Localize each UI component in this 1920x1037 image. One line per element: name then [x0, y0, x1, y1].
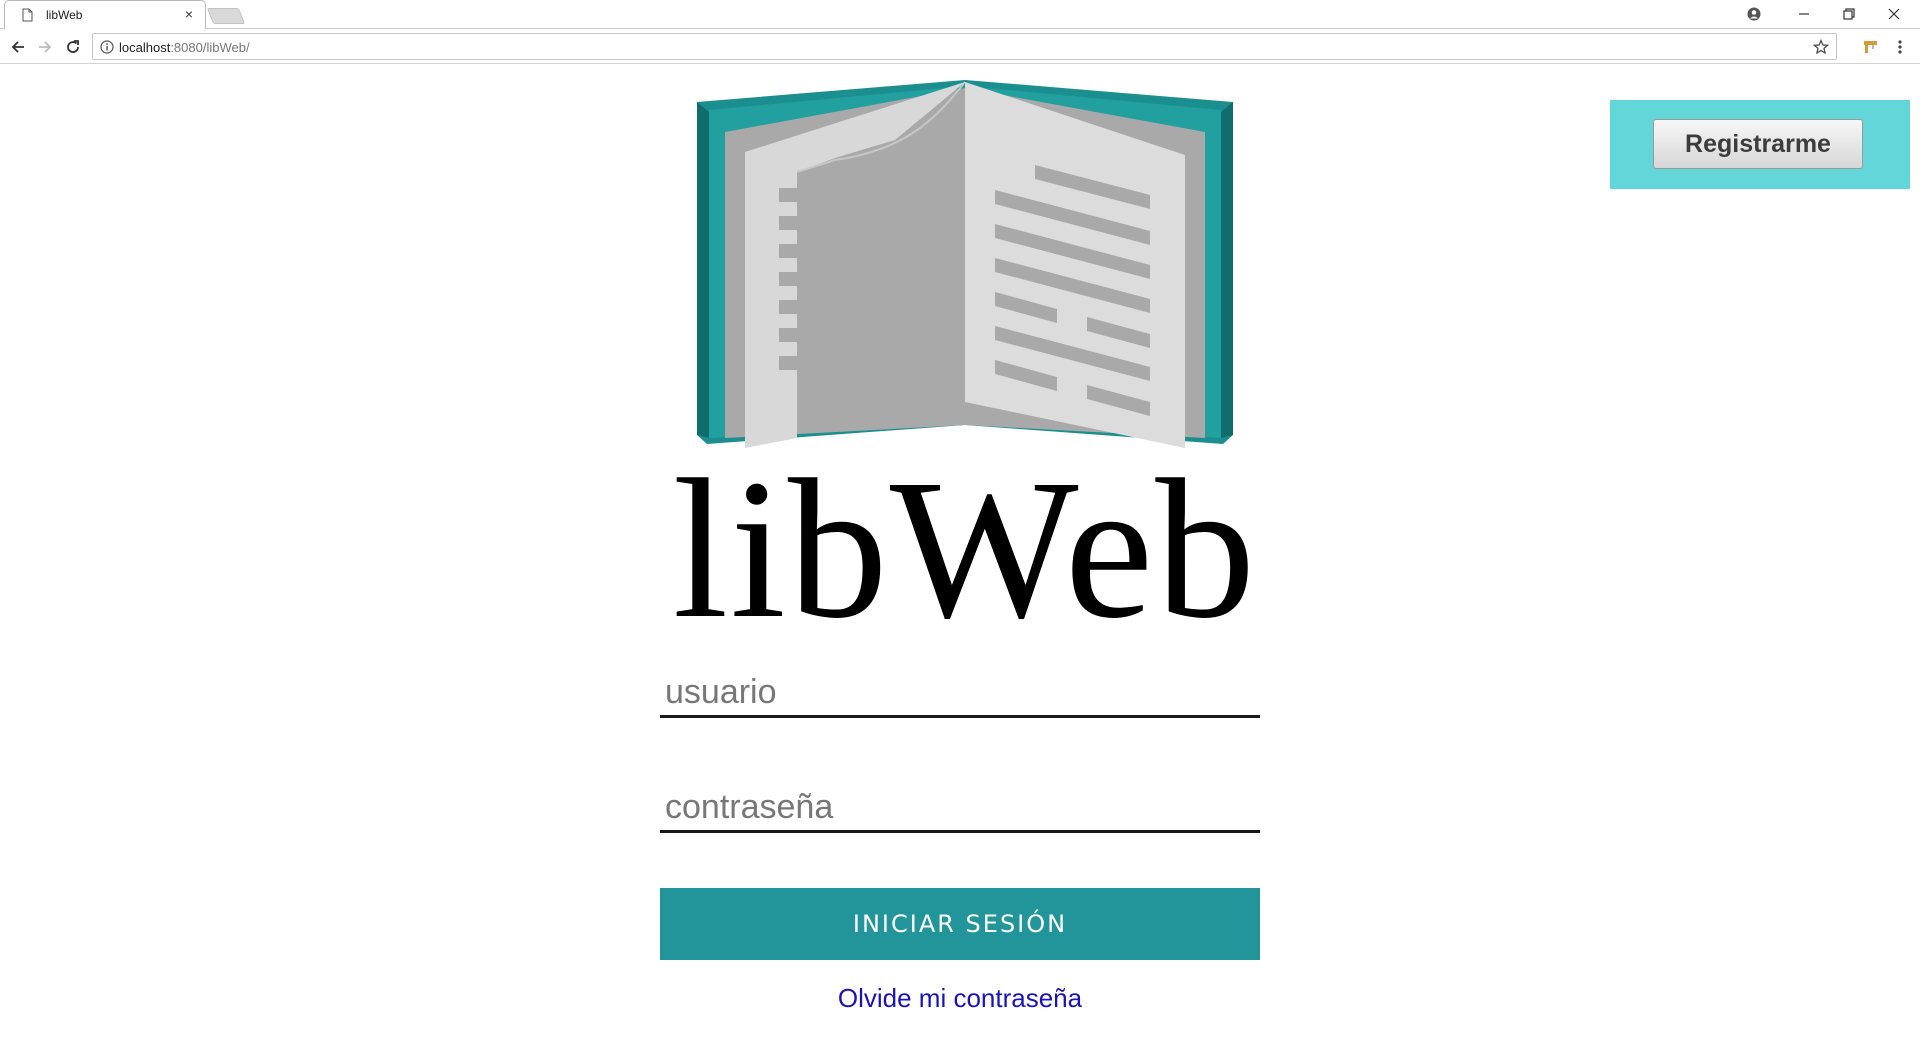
page-icon	[22, 8, 33, 22]
register-button[interactable]: Registrarme	[1653, 119, 1863, 169]
login-button[interactable]: INICIAR SESIÓN	[660, 888, 1260, 960]
address-bar[interactable]: localhost:8080/libWeb/	[92, 33, 1837, 60]
logo-wordmark: libWeb	[672, 439, 1258, 660]
forward-arrow-icon[interactable]	[35, 37, 55, 57]
url-text: localhost:8080/libWeb/	[119, 40, 250, 55]
browser-tabstrip: libWeb ×	[0, 0, 1920, 29]
tab-close-icon[interactable]: ×	[185, 7, 193, 21]
extension-icon[interactable]	[1862, 38, 1880, 56]
browser-menu-icon[interactable]	[1893, 38, 1907, 56]
browser-toolbar: localhost:8080/libWeb/	[0, 30, 1920, 64]
info-icon[interactable]	[100, 40, 114, 54]
bookmark-star-icon[interactable]	[1813, 39, 1829, 55]
url-path: :8080/libWeb/	[170, 40, 250, 55]
new-tab-button[interactable]	[206, 8, 246, 24]
back-arrow-icon[interactable]	[8, 37, 28, 57]
tab-title: libWeb	[46, 8, 83, 22]
password-input[interactable]	[660, 785, 1260, 833]
book-logo-icon	[697, 80, 1233, 448]
minimize-icon[interactable]	[1793, 4, 1815, 24]
reload-icon[interactable]	[63, 37, 83, 57]
restore-icon[interactable]	[1838, 4, 1860, 24]
url-host: localhost	[119, 40, 171, 55]
browser-tab[interactable]: libWeb ×	[4, 0, 206, 29]
page-content: libWeb INICIAR SESIÓN Olvide mi contrase…	[0, 65, 1920, 1037]
forgot-password-link[interactable]: Olvide mi contraseña	[660, 983, 1260, 1014]
profile-icon[interactable]	[1743, 4, 1765, 24]
username-input[interactable]	[660, 670, 1260, 718]
close-window-icon[interactable]	[1883, 4, 1905, 24]
register-panel: Registrarme	[1610, 100, 1910, 189]
